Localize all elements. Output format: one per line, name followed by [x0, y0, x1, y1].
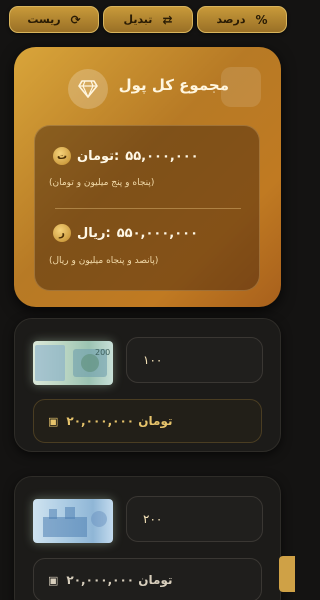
total-money-card: مجموع کل پول ت :تومان ۵۵,۰۰۰,۰۰۰ (پنجاه …	[14, 47, 281, 307]
exchange-icon: ⇄	[162, 12, 173, 27]
subtotal-value: تومان ۲۰,۰۰۰,۰۰۰	[66, 573, 173, 587]
toman-coin-icon: ت	[53, 147, 71, 165]
wallet-icon: ▣	[48, 414, 59, 428]
total-title: مجموع کل پول	[118, 76, 229, 94]
rial-unit: :ریال	[77, 225, 111, 241]
rial-amount: ۵۵۰,۰۰۰,۰۰۰	[116, 225, 199, 241]
subtotal-box: ▣ تومان ۲۰,۰۰۰,۰۰۰	[33, 558, 262, 600]
subtotal-value: تومان ۲۰,۰۰۰,۰۰۰	[66, 414, 173, 428]
quantity-value: ۲۰۰	[143, 512, 163, 526]
convert-button[interactable]: تبدیل ⇄	[103, 6, 193, 33]
side-tab-handle[interactable]	[279, 556, 295, 592]
quantity-input[interactable]: ۱۰۰	[126, 337, 263, 383]
percent-icon: %	[255, 12, 268, 27]
svg-text:200: 200	[95, 348, 110, 357]
rial-coin-icon: ر	[53, 224, 71, 242]
toman-amount: ۵۵,۰۰۰,۰۰۰	[125, 148, 199, 164]
reset-label: ریست	[27, 13, 61, 26]
quantity-value: ۱۰۰	[143, 353, 163, 367]
percent-label: درصد	[216, 13, 246, 26]
reset-button[interactable]: ریست ⟳	[9, 6, 99, 33]
banknote-image: 200	[33, 341, 113, 385]
toman-unit: :تومان	[77, 148, 120, 164]
toman-row: ت :تومان ۵۵,۰۰۰,۰۰۰	[53, 146, 249, 166]
diamond-icon	[68, 69, 108, 109]
rial-row: ر :ریال ۵۵۰,۰۰۰,۰۰۰	[53, 223, 249, 243]
wallet-icon: ▣	[48, 573, 59, 587]
refresh-icon: ⟳	[70, 12, 81, 27]
toman-words: (پنجاه و پنج میلیون و تومان)	[49, 178, 155, 188]
banknote-card: ۲۰۰ ▣ تومان ۲۰,۰۰۰,۰۰۰	[14, 476, 281, 600]
banknote-card: 200 ۱۰۰ ▣ تومان ۲۰,۰۰۰,۰۰۰	[14, 318, 281, 452]
convert-label: تبدیل	[123, 13, 153, 26]
divider	[55, 208, 241, 209]
banknote-image	[33, 499, 113, 543]
top-toolbar: ریست ⟳ تبدیل ⇄ درصد %	[0, 0, 295, 40]
subtotal-box: ▣ تومان ۲۰,۰۰۰,۰۰۰	[33, 399, 262, 443]
percent-button[interactable]: درصد %	[197, 6, 287, 33]
rial-words: (پانصد و پنجاه میلیون و ریال)	[49, 256, 159, 266]
total-amounts-panel: ت :تومان ۵۵,۰۰۰,۰۰۰ (پنجاه و پنج میلیون …	[34, 125, 260, 291]
quantity-input[interactable]: ۲۰۰	[126, 496, 263, 542]
